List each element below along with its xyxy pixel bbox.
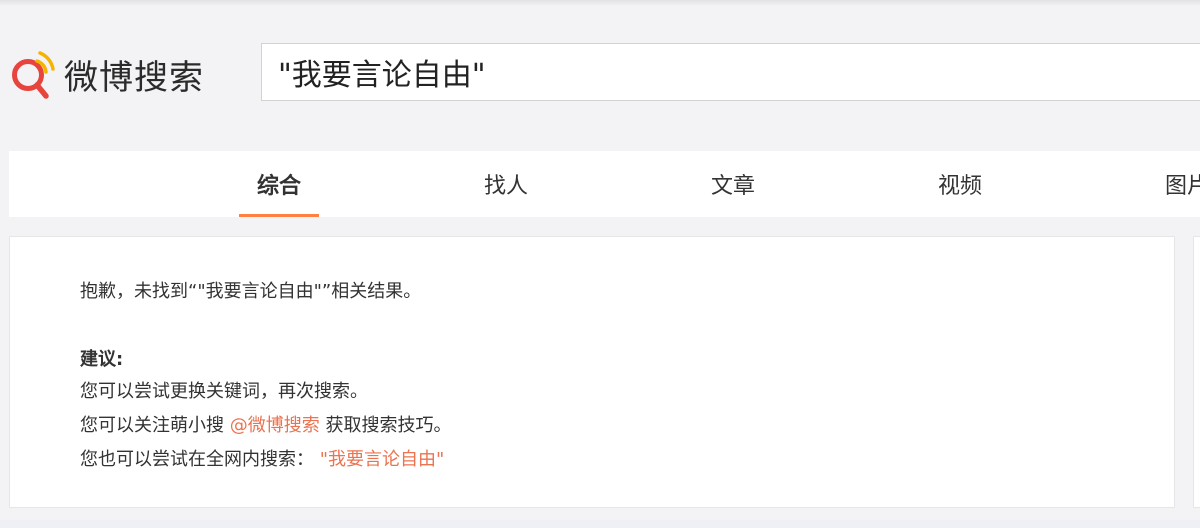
tip-follow: 您可以关注萌小搜 @微博搜索 获取搜索技巧。	[80, 411, 451, 437]
web-search-link[interactable]: "我要言论自由"	[320, 449, 445, 470]
no-result-card: 抱歉，未找到“"我要言论自由"”相关结果。 建议: 您可以尝试更换关键词，再次搜…	[9, 236, 1175, 508]
tab-articles[interactable]: 文章	[693, 151, 773, 217]
side-panel	[1193, 236, 1200, 508]
weibo-search-account-link[interactable]: @微博搜索	[230, 415, 320, 436]
tab-bar: 综合 找人 文章 视频 图片	[9, 151, 1200, 217]
no-result-suffix: ”相关结果。	[321, 281, 422, 302]
bottom-strip	[0, 520, 1200, 528]
search-logo-icon	[8, 48, 56, 100]
search-input[interactable]	[278, 54, 1178, 90]
logo-text: 微博搜索	[64, 57, 204, 98]
search-box[interactable]	[261, 43, 1200, 101]
tab-people[interactable]: 找人	[466, 151, 546, 217]
no-result-message: 抱歉，未找到“"我要言论自由"”相关结果。	[80, 277, 421, 303]
weibo-search-logo[interactable]: 微博搜索	[8, 48, 204, 100]
tip-follow-suffix: 获取搜索技巧。	[325, 415, 452, 436]
no-result-prefix: 抱歉，未找到“	[80, 281, 198, 302]
tip-web-search: 您也可以尝试在全网内搜索： "我要言论自由"	[80, 445, 444, 471]
tab-images[interactable]: 图片	[1147, 151, 1200, 217]
tab-videos[interactable]: 视频	[920, 151, 1000, 217]
tip-web-search-prefix: 您也可以尝试在全网内搜索：	[80, 449, 314, 470]
top-shadow	[0, 0, 1200, 6]
no-result-query: "我要言论自由"	[197, 281, 322, 302]
tip-follow-prefix: 您可以关注萌小搜	[80, 415, 224, 436]
tip-change-keyword: 您可以尝试更换关键词，再次搜索。	[80, 381, 368, 402]
tab-comprehensive[interactable]: 综合	[239, 151, 319, 217]
suggestion-title: 建议:	[80, 349, 124, 370]
